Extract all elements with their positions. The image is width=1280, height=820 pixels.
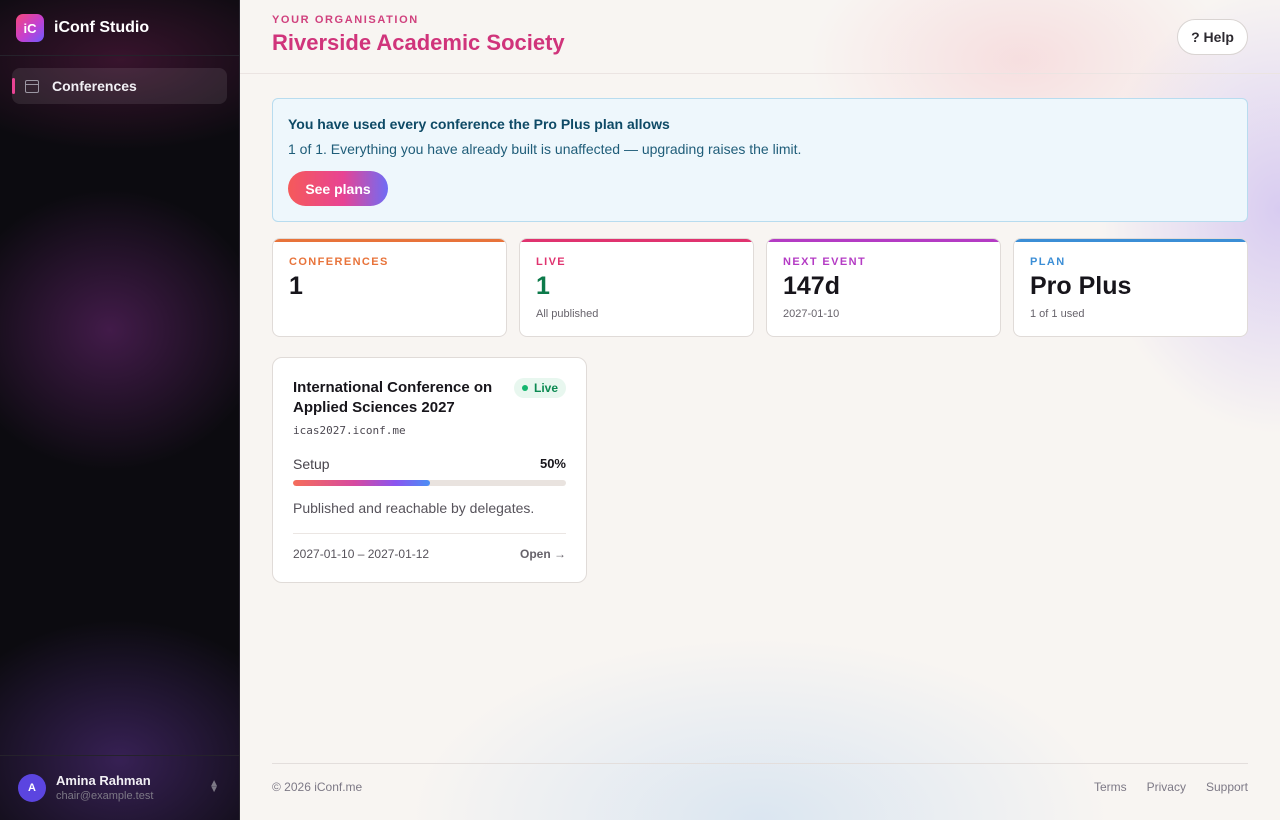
stat-card-live: LIVE 1 All published <box>519 238 754 337</box>
alert-text: 1 of 1. Everything you have already buil… <box>288 141 802 157</box>
conference-card[interactable]: International Conference on Applied Scie… <box>272 357 587 583</box>
main-content: YOUR ORGANISATION Riverside Academic Soc… <box>240 0 1280 820</box>
org-label: YOUR ORGANISATION <box>272 14 419 26</box>
user-name: Amina Rahman <box>56 773 151 788</box>
alert-title: You have used every conference the Pro P… <box>288 116 670 132</box>
conference-url: icas2027.iconf.me <box>293 424 406 437</box>
avatar: A <box>18 774 46 802</box>
footer-link-privacy[interactable]: Privacy <box>1147 780 1186 794</box>
live-dot-icon <box>521 385 528 391</box>
user-menu[interactable]: A Amina Rahman chair@example.test ▲ ▼ <box>0 755 239 820</box>
stat-value: Pro Plus <box>1030 272 1132 300</box>
card-divider <box>293 533 566 534</box>
see-plans-button[interactable]: See plans <box>288 171 388 206</box>
stat-label: LIVE <box>536 256 567 268</box>
setup-progress-fill <box>293 480 430 486</box>
conference-description: Published and reachable by delegates. <box>293 500 535 516</box>
stat-accent-bar <box>273 239 506 242</box>
stat-sub: 1 of 1 used <box>1030 308 1085 320</box>
calendar-icon <box>25 79 39 93</box>
stat-accent-bar <box>1014 239 1247 242</box>
stat-label: PLAN <box>1030 256 1066 268</box>
sidebar-item-label: Conferences <box>52 78 137 94</box>
footer-links: Terms Privacy Support <box>1094 780 1248 794</box>
stat-accent-bar <box>520 239 753 242</box>
stat-card-conferences: CONFERENCES 1 <box>272 238 507 337</box>
stat-value: 1 <box>536 272 550 300</box>
stat-label: NEXT EVENT <box>783 256 867 268</box>
footer-link-support[interactable]: Support <box>1206 780 1248 794</box>
copyright: © 2026 iConf.me <box>272 780 363 794</box>
sidebar-item-conferences[interactable]: Conferences <box>12 68 227 104</box>
top-bar: YOUR ORGANISATION Riverside Academic Soc… <box>240 0 1280 74</box>
sidebar-divider <box>0 55 239 56</box>
help-button[interactable]: ? Help <box>1177 19 1248 55</box>
app-logo-icon: iC <box>16 14 44 42</box>
plan-limit-alert: You have used every conference the Pro P… <box>272 98 1248 222</box>
user-email: chair@example.test <box>56 790 154 802</box>
stat-card-plan: PLAN Pro Plus 1 of 1 used <box>1013 238 1248 337</box>
app-name: iConf Studio <box>54 19 150 36</box>
conference-dates: 2027-01-10 – 2027-01-12 <box>293 547 430 561</box>
stat-sub: 2027-01-10 <box>783 308 840 320</box>
status-badge-label: Live <box>533 381 558 395</box>
sidebar: iC iConf Studio Conferences A Amina Rahm… <box>0 0 240 820</box>
open-conference-link[interactable]: Open → <box>520 547 566 561</box>
footer-link-terms[interactable]: Terms <box>1094 780 1127 794</box>
setup-progress-bar <box>293 480 566 486</box>
chevron-up-down-icon[interactable]: ▲ ▼ <box>209 779 219 795</box>
brand[interactable]: iC iConf Studio <box>16 13 149 43</box>
status-badge: Live <box>514 378 566 398</box>
page-title: Riverside Academic Society <box>272 30 565 55</box>
stat-label: CONFERENCES <box>289 256 389 268</box>
footer-divider <box>272 763 1248 764</box>
conference-title: International Conference on Applied Scie… <box>293 379 493 416</box>
stat-value: 147d <box>783 272 840 300</box>
stat-value: 1 <box>289 272 303 300</box>
stat-card-next-event: NEXT EVENT 147d 2027-01-10 <box>766 238 1001 337</box>
setup-label: Setup <box>293 456 330 472</box>
stat-sub: All published <box>536 308 599 320</box>
stat-accent-bar <box>767 239 1000 242</box>
setup-percent: 50% <box>539 456 566 471</box>
